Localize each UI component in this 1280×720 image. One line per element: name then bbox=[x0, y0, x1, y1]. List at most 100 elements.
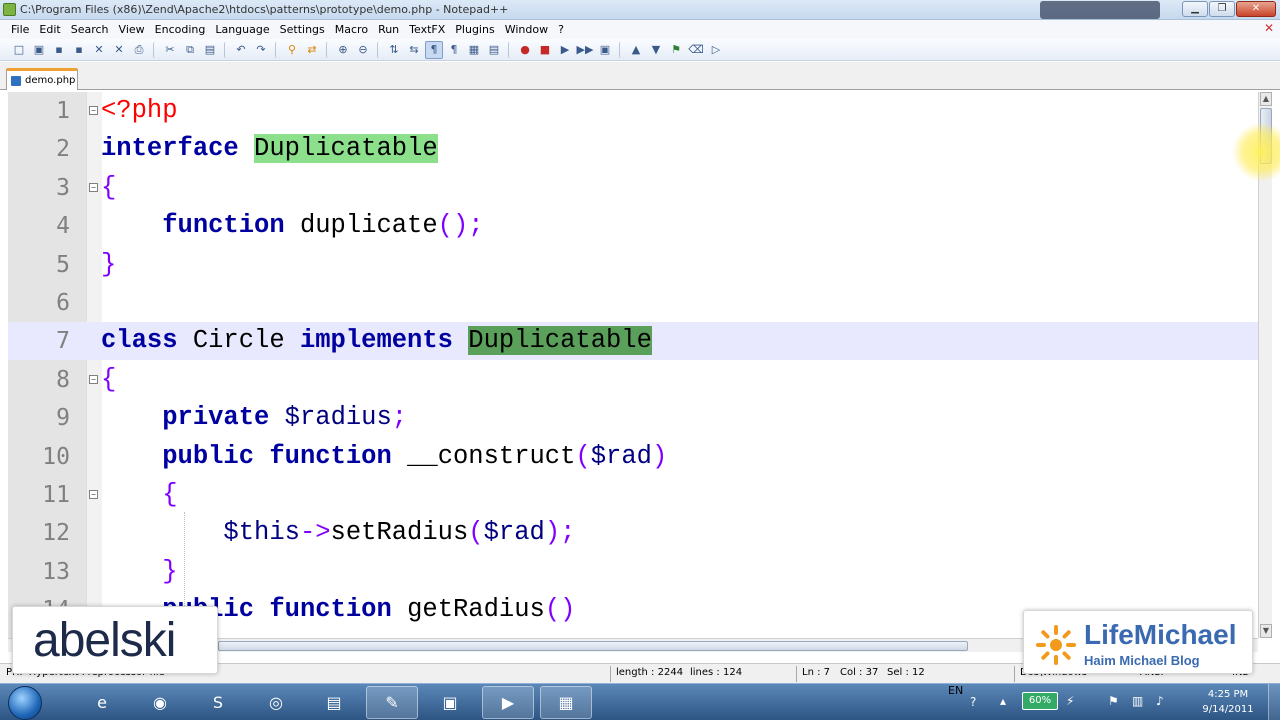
redo-icon[interactable]: ↷ bbox=[252, 41, 270, 59]
menu-plugins[interactable]: Plugins bbox=[450, 23, 499, 36]
volume-icon[interactable]: ♪ bbox=[1156, 694, 1164, 708]
paste-icon[interactable]: ▤ bbox=[201, 41, 219, 59]
cut-icon[interactable]: ✂ bbox=[161, 41, 179, 59]
word-wrap-icon[interactable]: ¶ bbox=[425, 40, 443, 59]
user-lang-icon[interactable]: ▤ bbox=[485, 41, 503, 59]
skype-icon[interactable]: S bbox=[192, 686, 244, 719]
code-line[interactable]: 7 class Circle implements Duplicatable bbox=[8, 322, 1258, 361]
code-line[interactable]: 13 } bbox=[8, 553, 1258, 591]
save-icon[interactable]: ▪ bbox=[50, 41, 68, 59]
trim-icon[interactable]: ⌫ bbox=[687, 41, 705, 59]
close-document-icon[interactable]: ✕ bbox=[1264, 21, 1274, 35]
app-icon[interactable]: ▣ bbox=[424, 686, 476, 719]
code-line[interactable]: 9 private $radius; bbox=[8, 399, 1258, 437]
show-all-chars-icon[interactable]: ¶ bbox=[445, 41, 463, 59]
code-token: ); bbox=[544, 518, 576, 548]
sync-vertical-icon[interactable]: ⇅ bbox=[385, 41, 403, 59]
code-line[interactable]: 3 −{ bbox=[8, 169, 1258, 207]
menu-file[interactable]: File bbox=[6, 23, 34, 36]
play-macro-icon[interactable]: ▶ bbox=[556, 41, 574, 59]
chrome-icon[interactable]: ◎ bbox=[250, 686, 302, 719]
scroll-up-arrow-icon[interactable]: ▲ bbox=[1260, 92, 1272, 106]
fold-toggle-icon[interactable]: − bbox=[89, 490, 98, 499]
bookmark-icon[interactable]: ⚑ bbox=[667, 41, 685, 59]
close-all-icon[interactable]: ✕ bbox=[110, 41, 128, 59]
menu-view[interactable]: View bbox=[114, 23, 150, 36]
code-line[interactable]: 1 − <?php bbox=[8, 92, 1258, 130]
window-controls: ▁ ❐ ✕ bbox=[1182, 1, 1276, 17]
find-icon[interactable]: ⚲ bbox=[283, 41, 301, 59]
save-all-icon[interactable]: ▪ bbox=[70, 41, 88, 59]
help-icon[interactable]: ? bbox=[970, 695, 976, 709]
system-clock[interactable]: 4:25 PM 9/14/2011 bbox=[1196, 687, 1260, 717]
power-icon[interactable]: ⚡ bbox=[1066, 694, 1074, 708]
close-button[interactable]: ✕ bbox=[1236, 1, 1276, 17]
code-line[interactable]: 11 − { bbox=[8, 476, 1258, 514]
code-token: <?php bbox=[101, 96, 178, 125]
next-bookmark-icon[interactable]: ▼ bbox=[647, 41, 665, 59]
remote-icon[interactable]: ▦ bbox=[540, 686, 592, 719]
maximize-button[interactable]: ❐ bbox=[1209, 1, 1235, 17]
zoom-in-icon[interactable]: ⊕ bbox=[334, 41, 352, 59]
menu-settings[interactable]: Settings bbox=[275, 23, 330, 36]
new-icon[interactable]: □ bbox=[10, 41, 28, 59]
menu-macro[interactable]: Macro bbox=[330, 23, 373, 36]
explorer-icon[interactable]: ▤ bbox=[308, 686, 360, 719]
open-icon[interactable]: ▣ bbox=[30, 41, 48, 59]
scroll-down-arrow-icon[interactable]: ▼ bbox=[1260, 624, 1272, 638]
code-text: } bbox=[101, 246, 116, 284]
print-icon[interactable]: ⎙ bbox=[130, 41, 148, 59]
menu-window[interactable]: Window bbox=[500, 23, 553, 36]
stop-record-icon[interactable]: ■ bbox=[536, 41, 554, 59]
menu-edit[interactable]: Edit bbox=[34, 23, 65, 36]
toolbar-separator bbox=[326, 41, 332, 58]
fold-toggle-icon[interactable]: − bbox=[89, 374, 98, 384]
code-line[interactable]: 2 interface Duplicatable bbox=[8, 130, 1258, 168]
line-number: 11 bbox=[42, 482, 70, 508]
battery-indicator[interactable]: 60% bbox=[1022, 692, 1058, 710]
fold-toggle-icon[interactable]: − bbox=[89, 182, 98, 192]
fold-toggle-icon[interactable]: − bbox=[89, 106, 98, 115]
copy-icon[interactable]: ⧉ bbox=[181, 41, 199, 59]
horizontal-scroll-thumb[interactable] bbox=[218, 641, 968, 651]
menu-textfx[interactable]: TextFX bbox=[404, 23, 450, 36]
code-line[interactable]: 5} bbox=[8, 246, 1258, 284]
save-macro-icon[interactable]: ▣ bbox=[596, 41, 614, 59]
menu-language[interactable]: Language bbox=[210, 23, 274, 36]
tab-demo-php[interactable]: demo.php bbox=[6, 68, 78, 90]
code-line[interactable]: 12 $this->setRadius($rad); bbox=[8, 514, 1258, 552]
play-multiple-icon[interactable]: ▶▶ bbox=[576, 41, 594, 59]
firefox-icon[interactable]: ◉ bbox=[134, 686, 186, 719]
code-line[interactable]: 4 function duplicate(); bbox=[8, 207, 1258, 245]
record-macro-icon[interactable]: ● bbox=[516, 41, 534, 59]
code-line[interactable]: 8 −{ bbox=[8, 361, 1258, 399]
notepadpp-app-icon[interactable] bbox=[3, 3, 16, 16]
undo-icon[interactable]: ↶ bbox=[232, 41, 250, 59]
menu-search[interactable]: Search bbox=[66, 23, 114, 36]
media-icon[interactable]: ▶ bbox=[482, 686, 534, 719]
code-text: private $radius; bbox=[101, 399, 407, 437]
zoom-out-icon[interactable]: ⊖ bbox=[354, 41, 372, 59]
network-icon[interactable]: ▥ bbox=[1132, 694, 1143, 708]
code-editor[interactable]: 1− <?php 2 interface Duplicatable 3−{4 funct… bbox=[8, 92, 1258, 638]
menu-encoding[interactable]: Encoding bbox=[150, 23, 211, 36]
code-token: public bbox=[162, 441, 255, 471]
sync-horizontal-icon[interactable]: ⇆ bbox=[405, 41, 423, 59]
menu-help[interactable]: ? bbox=[553, 23, 569, 36]
ie-icon[interactable]: e bbox=[76, 686, 128, 719]
run-icon[interactable]: ▷ bbox=[707, 41, 725, 59]
notepadpp-icon[interactable]: ✎ bbox=[366, 686, 418, 719]
flag-icon[interactable]: ⚑ bbox=[1108, 694, 1119, 708]
minimize-button[interactable]: ▁ bbox=[1182, 1, 1208, 17]
close-icon[interactable]: ✕ bbox=[90, 41, 108, 59]
code-line[interactable]: 10 public function __construct($rad) bbox=[8, 438, 1258, 476]
status-lines: lines : 124 bbox=[690, 667, 743, 678]
prev-bookmark-icon[interactable]: ▲ bbox=[627, 41, 645, 59]
start-button[interactable] bbox=[8, 686, 42, 720]
menu-run[interactable]: Run bbox=[373, 23, 404, 36]
indent-guide-icon[interactable]: ▦ bbox=[465, 41, 483, 59]
tray-expand-icon[interactable]: ▴ bbox=[1000, 694, 1006, 708]
code-line[interactable]: 6 bbox=[8, 284, 1258, 322]
show-desktop-button[interactable] bbox=[1268, 684, 1280, 720]
replace-icon[interactable]: ⇄ bbox=[303, 41, 321, 59]
